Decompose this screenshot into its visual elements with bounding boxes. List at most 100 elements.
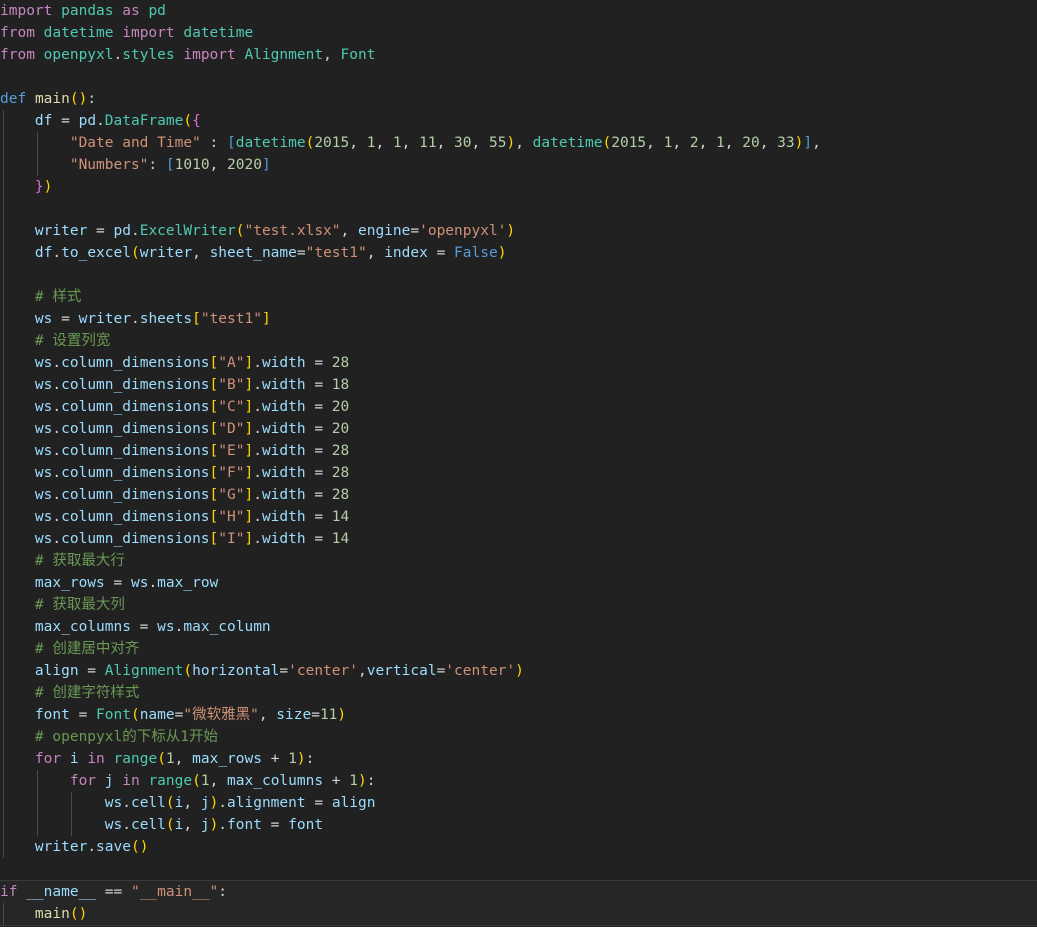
token-keyword: in [122, 773, 140, 789]
code-line-comment: # 创建居中对齐 [0, 638, 1037, 660]
code-line: df.to_excel(writer, sheet_name="test1", … [0, 242, 1037, 264]
token-string: 'openpyxl' [419, 223, 507, 239]
code-line: ws.cell(i, j).alignment = align [0, 792, 1037, 814]
token-parameter: index [384, 245, 428, 261]
token-method: to_excel [61, 245, 131, 261]
code-line: }) [0, 176, 1037, 198]
token-keyword: def [0, 91, 27, 107]
code-line: max_rows = ws.max_row [0, 572, 1037, 594]
token-class: Font [96, 707, 131, 723]
code-line: ws.column_dimensions["H"].width = 14 [0, 506, 1037, 528]
code-line: ws.column_dimensions["D"].width = 20 [0, 418, 1037, 440]
main-guard-block: if __name__ == "__main__": main() [0, 880, 1037, 926]
token-keyword: False [454, 245, 498, 261]
token-alias: pd [148, 3, 166, 19]
token-variable: max_rows [34, 575, 105, 591]
token-variable: ws [34, 311, 53, 327]
token-string: "Date and Time" [69, 135, 201, 151]
code-line-comment: # 设置列宽 [0, 330, 1037, 352]
token-string: "Numbers" [69, 157, 149, 173]
token-property: sheets [139, 311, 193, 327]
comment-get-max-column: # 获取最大列 [34, 597, 125, 613]
code-line: "Numbers": [1010, 2020] [0, 154, 1037, 176]
token-number: 28 [331, 465, 350, 481]
token-keyword: in [87, 751, 105, 767]
comment-openpyxl-index-note: # openpyxl的下标从1开始 [34, 729, 218, 745]
token-number: 30 [454, 135, 472, 151]
code-editor-viewport[interactable]: import pandas as pd from datetime import… [0, 0, 1037, 927]
token-number: 1 [716, 135, 725, 151]
token-parameter: name [139, 707, 175, 723]
token-variable: writer [139, 245, 193, 261]
token-variable: font [34, 707, 70, 723]
code-line-comment: # 获取最大列 [0, 594, 1037, 616]
token-variable: df [34, 113, 53, 129]
token-string: "test.xlsx" [244, 223, 341, 239]
token-number: 20 [742, 135, 760, 151]
code-line-blank [0, 264, 1037, 286]
code-line-comment: # 获取最大行 [0, 550, 1037, 572]
token-string: "test1" [200, 311, 262, 327]
token-number: 20 [331, 421, 350, 437]
comment-create-font-style: # 创建字符样式 [34, 685, 140, 701]
token-function-name: main [34, 91, 70, 107]
comment-get-max-row: # 获取最大行 [34, 553, 125, 569]
token-keyword: as [122, 3, 140, 19]
token-number: 2015 [314, 135, 350, 151]
token-keyword: if [0, 884, 18, 900]
token-module: styles [122, 47, 175, 63]
token-variable: pd [113, 223, 131, 239]
token-keyword: import [122, 25, 175, 41]
token-class: datetime [235, 135, 306, 151]
token-number: 20 [331, 399, 350, 415]
token-keyword: for [69, 773, 97, 789]
code-line: ws.column_dimensions["G"].width = 28 [0, 484, 1037, 506]
code-line-comment: # 样式 [0, 286, 1037, 308]
code-line: writer.save() [0, 836, 1037, 858]
token-number: 1010 [174, 157, 210, 173]
token-module: pandas [61, 3, 114, 19]
token-variable: pd [78, 113, 97, 129]
code-line: main() [0, 903, 1037, 925]
code-line: ws.column_dimensions["E"].width = 28 [0, 440, 1037, 462]
code-line: for i in range(1, max_rows + 1): [0, 748, 1037, 770]
token-number: 55 [488, 135, 507, 151]
token-parameter: size [276, 707, 312, 723]
code-line: from openpyxl.styles import Alignment, F… [0, 47, 376, 63]
token-keyword: from [0, 25, 35, 41]
token-keyword: import [0, 3, 53, 19]
token-string: "A" [218, 355, 245, 371]
comment-set-column-width: # 设置列宽 [34, 333, 111, 349]
code-line: from datetime import datetime [0, 22, 1037, 44]
code-line-comment: # openpyxl的下标从1开始 [0, 726, 1037, 748]
token-variable: i [69, 751, 79, 767]
token-dunder-name: __name__ [26, 884, 97, 900]
token-variable: df [34, 245, 53, 261]
token-parameter: horizontal [192, 663, 280, 679]
code-line: ws.column_dimensions["A"].width = 28 [0, 352, 1037, 374]
token-parameter: engine [357, 223, 411, 239]
token-number: 28 [331, 443, 350, 459]
token-number: 33 [777, 135, 795, 151]
code-line: for j in range(1, max_columns + 1): [0, 770, 1037, 792]
token-class: Font [340, 47, 376, 63]
token-keyword: from [0, 47, 35, 63]
code-line: ws.column_dimensions["F"].width = 28 [0, 462, 1037, 484]
token-class: DataFrame [104, 113, 184, 129]
code-line: df = pd.DataFrame({ [0, 110, 1037, 132]
comment-create-center-align: # 创建居中对齐 [34, 641, 140, 657]
token-string: 'center' [445, 663, 516, 679]
code-line: writer = pd.ExcelWriter("test.xlsx", eng… [0, 220, 1037, 242]
token-builtin: range [148, 773, 193, 789]
token-number: 11 [419, 135, 437, 151]
token-number: 11 [319, 707, 338, 723]
code-line-comment: # 创建字符样式 [0, 682, 1037, 704]
code-line: ws.column_dimensions["C"].width = 20 [0, 396, 1037, 418]
token-parameter: sheet_name [209, 245, 297, 261]
token-number: 2015 [611, 135, 647, 151]
token-number: 18 [331, 377, 350, 393]
token-keyword: for [34, 751, 62, 767]
token-number: 28 [331, 487, 350, 503]
